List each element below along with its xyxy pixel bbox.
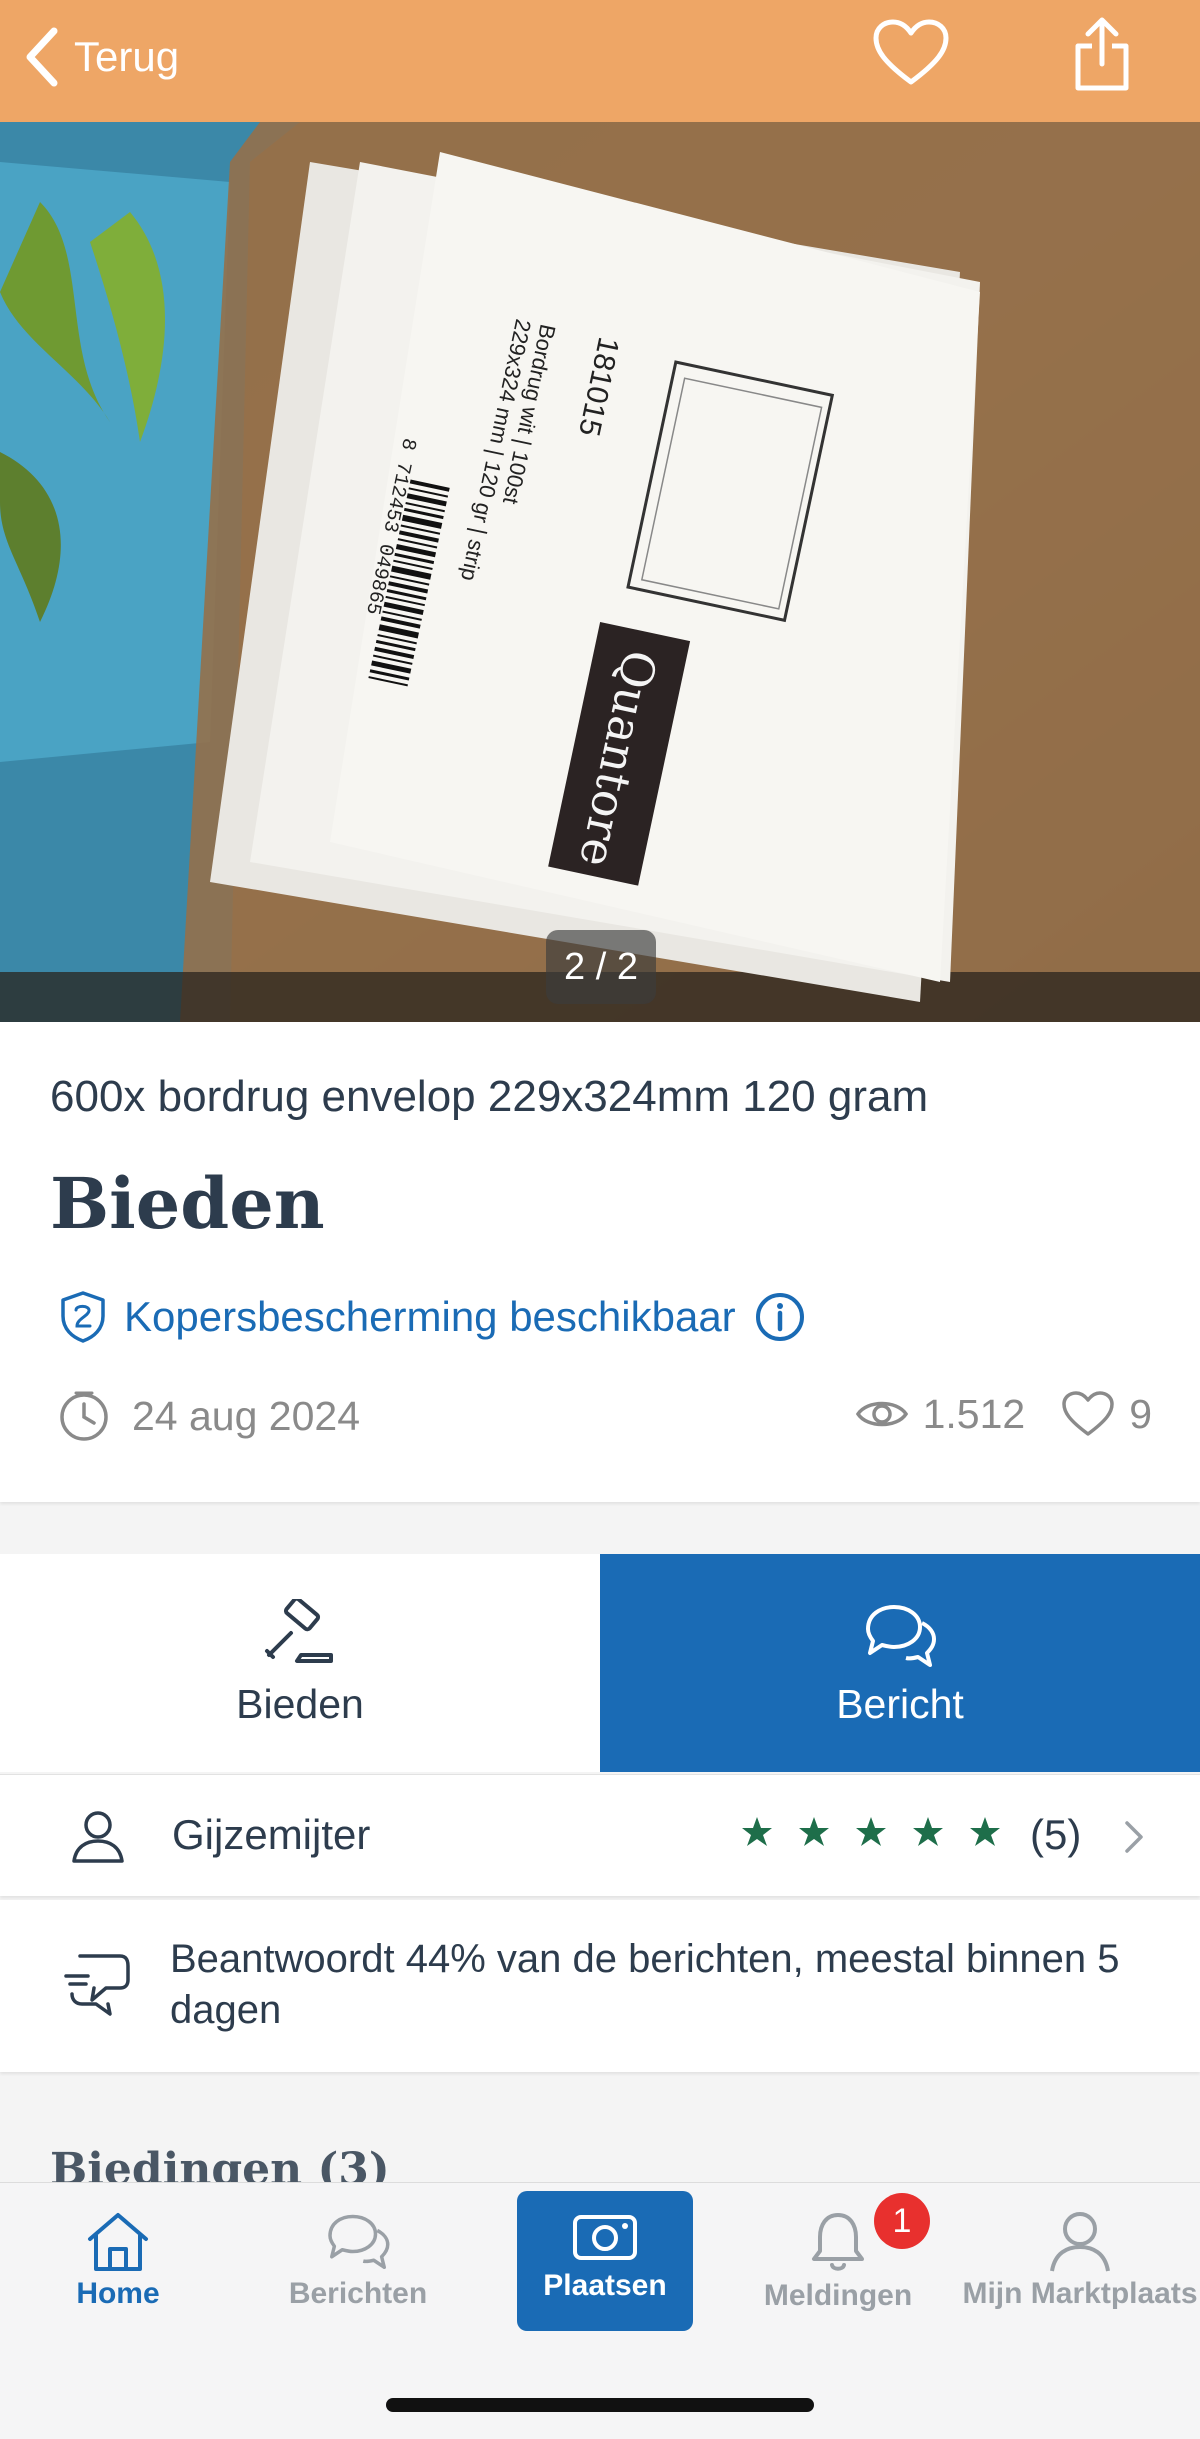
share-icon[interactable] [1070, 14, 1134, 94]
gavel-icon [265, 1598, 333, 1663]
back-button[interactable]: Terug [24, 22, 179, 92]
home-indicator [386, 2398, 814, 2412]
listing-title: 600x bordrug envelop 229x324mm 120 gram [50, 1072, 929, 1121]
buyer-protection-link[interactable]: Kopersbescherming beschikbaar [58, 1290, 806, 1344]
date-text: 24 aug 2024 [132, 1392, 361, 1439]
rating-stars [740, 1815, 1025, 1849]
seller-row[interactable]: Gijzemijter (5) [0, 1774, 1200, 1896]
info-icon[interactable] [754, 1291, 806, 1343]
listing-price: Bieden [50, 1162, 325, 1245]
star-icon [742, 1817, 772, 1846]
response-rate-text: Beantwoordt 44% van de berichten, meesta… [170, 1937, 1120, 2032]
review-count: (5) [1030, 1811, 1082, 1858]
tab-my-marktplaats-label: Mijn Marktplaats [962, 2277, 1198, 2310]
bottom-tab-bar: Home Berichten Plaatsen Meldingen 1 Mijn… [0, 2182, 1200, 2439]
star-icon [799, 1817, 829, 1846]
notification-badge: 1 [874, 2193, 930, 2249]
bell-icon [812, 2213, 864, 2271]
response-rate-row: Beantwoordt 44% van de berichten, meesta… [0, 1900, 1200, 2072]
top-bar: Terug [0, 0, 1200, 122]
shield-icon [61, 1291, 105, 1343]
bid-label: Bieden [236, 1680, 364, 1727]
heart-icon[interactable] [872, 18, 950, 88]
tab-place-ad[interactable]: Plaatsen [517, 2191, 693, 2331]
star-icon [913, 1817, 943, 1846]
heart-outline-icon [1062, 1391, 1114, 1436]
message-label: Bericht [836, 1680, 964, 1727]
views-count: 1.512 [922, 1390, 1026, 1437]
tab-home[interactable]: Home [18, 2209, 218, 2349]
user-icon [1050, 2212, 1110, 2272]
chat-bubbles-icon [866, 1604, 936, 1667]
star-icon [970, 1817, 1000, 1846]
tab-notifications-label: Meldingen [763, 2279, 913, 2312]
tab-place-label: Plaatsen [543, 2269, 667, 2302]
tab-messages-label: Berichten [288, 2277, 428, 2310]
tab-home-label: Home [76, 2277, 160, 2310]
chevron-right-icon [1125, 1821, 1143, 1853]
clock-icon [60, 1391, 108, 1441]
favorites-count: 9 [1129, 1390, 1152, 1437]
listing-stats: 1.512 9 [855, 1390, 1152, 1438]
home-icon [88, 2213, 148, 2271]
buyer-protection-label: Kopersbescherming beschikbaar [124, 1293, 736, 1340]
star-icon [856, 1817, 886, 1846]
eye-icon [855, 1401, 908, 1427]
chevron-left-icon [26, 27, 58, 87]
listing-info: 600x bordrug envelop 229x324mm 120 gram … [0, 1022, 1200, 1502]
listing-photo[interactable]: Quantore 181015 Bordrug wit | 100st 229x… [0, 122, 1200, 1022]
message-button[interactable]: Bericht [600, 1554, 1200, 1772]
user-icon [72, 1811, 124, 1863]
photo-counter: 2 / 2 [546, 930, 656, 1004]
tab-my-marktplaats[interactable]: Mijn Marktplaats [962, 2209, 1198, 2349]
bid-button[interactable]: Bieden [0, 1554, 600, 1772]
back-label: Terug [74, 33, 180, 80]
chat-response-icon [64, 1954, 130, 2016]
tab-messages[interactable]: Berichten [258, 2209, 458, 2349]
seller-name: Gijzemijter [172, 1811, 371, 1858]
listing-date: 24 aug 2024 [58, 1390, 360, 1442]
chat-bubbles-icon [328, 2214, 390, 2269]
camera-icon [573, 2215, 637, 2260]
action-buttons: Bieden Bericht [0, 1554, 1200, 1772]
